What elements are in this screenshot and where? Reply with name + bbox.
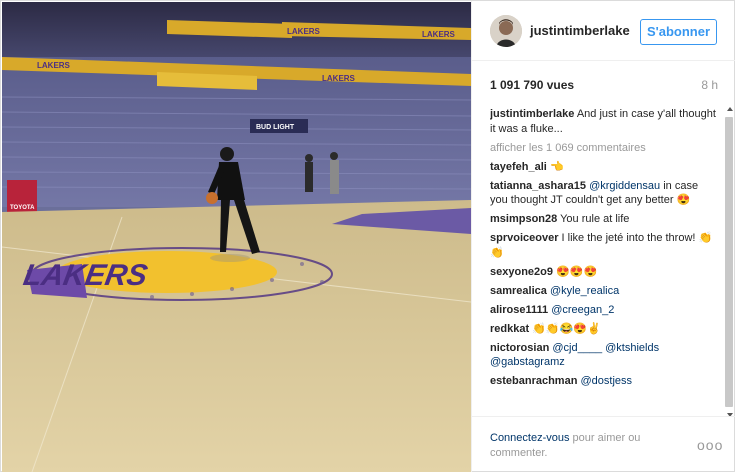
follow-button[interactable]: S'abonner <box>640 19 717 45</box>
comment-item: samrealica @kyle_realica <box>490 284 716 299</box>
banner-text: LAKERS <box>422 30 456 39</box>
sponsor-text: TOYOTA <box>10 205 35 211</box>
post-video[interactable]: LAKERS LAKERS LAKERS LAKERS BUD LIGHT TO… <box>2 2 471 472</box>
scroll-up-arrow-icon[interactable] <box>727 107 733 111</box>
comment-mention[interactable]: @krgiddensau <box>589 180 660 192</box>
comment-item: sprvoiceover I like the jeté into the th… <box>490 231 716 260</box>
comment-text: 👈 <box>549 160 564 173</box>
comment-text: 😍😍😍 <box>556 265 598 278</box>
post-stats: 1 091 790 vues 8 h <box>490 78 718 94</box>
comment-item: estebanrachman @dostjess <box>490 374 716 389</box>
comment-username[interactable]: msimpson28 <box>490 213 557 225</box>
sponsor-text: BUD LIGHT <box>256 124 295 131</box>
post-sidebar: justintimberlake S'abonner 1 091 790 vue… <box>471 1 735 472</box>
comment-mention[interactable]: @dostjess <box>581 375 633 387</box>
instagram-post-frame: LAKERS LAKERS LAKERS LAKERS BUD LIGHT TO… <box>0 0 735 472</box>
comment-text: 👏👏😂😍✌ <box>532 322 601 335</box>
comment-mention[interactable]: @kyle_realica <box>550 285 619 297</box>
comment-mention[interactable]: @creegan_2 <box>551 304 614 316</box>
comment-username[interactable]: sexyone2o9 <box>490 266 553 278</box>
comment-username[interactable]: redkkat <box>490 323 529 335</box>
login-prompt: Connectez-vous pour aimer ou commenter. <box>490 431 670 461</box>
comment-username[interactable]: nictorosian <box>490 342 549 354</box>
login-link[interactable]: Connectez-vous <box>490 432 570 444</box>
post-time[interactable]: 8 h <box>701 78 718 92</box>
view-count: 1 091 790 vues <box>490 78 575 92</box>
basketball-court-scene: LAKERS LAKERS LAKERS LAKERS BUD LIGHT TO… <box>2 2 471 472</box>
post-author-username[interactable]: justintimberlake <box>530 23 630 38</box>
comment-scrollbar[interactable] <box>725 107 735 417</box>
profile-picture <box>490 15 522 47</box>
comment-item: alirose1111 @creegan_2 <box>490 303 716 318</box>
post-header: justintimberlake S'abonner <box>472 1 735 61</box>
comment-username[interactable]: alirose1111 <box>490 304 548 316</box>
banner-text: LAKERS <box>322 74 356 83</box>
comment-username[interactable]: samrealica <box>490 285 547 297</box>
court-logo-text: LAKERS <box>21 259 150 292</box>
avatar[interactable] <box>490 15 522 47</box>
comment-username[interactable]: tayefeh_ali <box>490 161 547 173</box>
comment-item: sexyone2o9 😍😍😍 <box>490 265 716 280</box>
scrollbar-thumb[interactable] <box>725 117 733 407</box>
load-more-comments[interactable]: afficher les 1 069 commentaires <box>490 141 716 156</box>
caption-username[interactable]: justintimberlake <box>490 108 574 120</box>
comment-list[interactable]: justintimberlake And just in case y'all … <box>490 107 716 415</box>
comment-item: msimpson28 You rule at life <box>490 212 716 227</box>
caption: justintimberlake And just in case y'all … <box>490 107 716 136</box>
banner-text: LAKERS <box>287 27 321 36</box>
comment-item: tayefeh_ali 👈 <box>490 160 716 175</box>
banner-text: LAKERS <box>37 61 71 70</box>
comment-item: nictorosian @cjd____ @ktshields @gabstag… <box>490 341 716 370</box>
comment-item: tatianna_ashara15 @krgiddensau in case y… <box>490 179 716 208</box>
comment-username[interactable]: sprvoiceover <box>490 232 558 244</box>
comment-username[interactable]: estebanrachman <box>490 375 577 387</box>
comment-username[interactable]: tatianna_ashara15 <box>490 180 586 192</box>
comment-mention[interactable]: @cjd____ <box>552 342 602 354</box>
comment-text: You rule at life <box>560 213 630 225</box>
post-footer: Connectez-vous pour aimer ou commenter. … <box>472 416 735 472</box>
comment-item: redkkat 👏👏😂😍✌ <box>490 322 716 337</box>
more-options-icon[interactable]: ooo <box>697 437 723 453</box>
